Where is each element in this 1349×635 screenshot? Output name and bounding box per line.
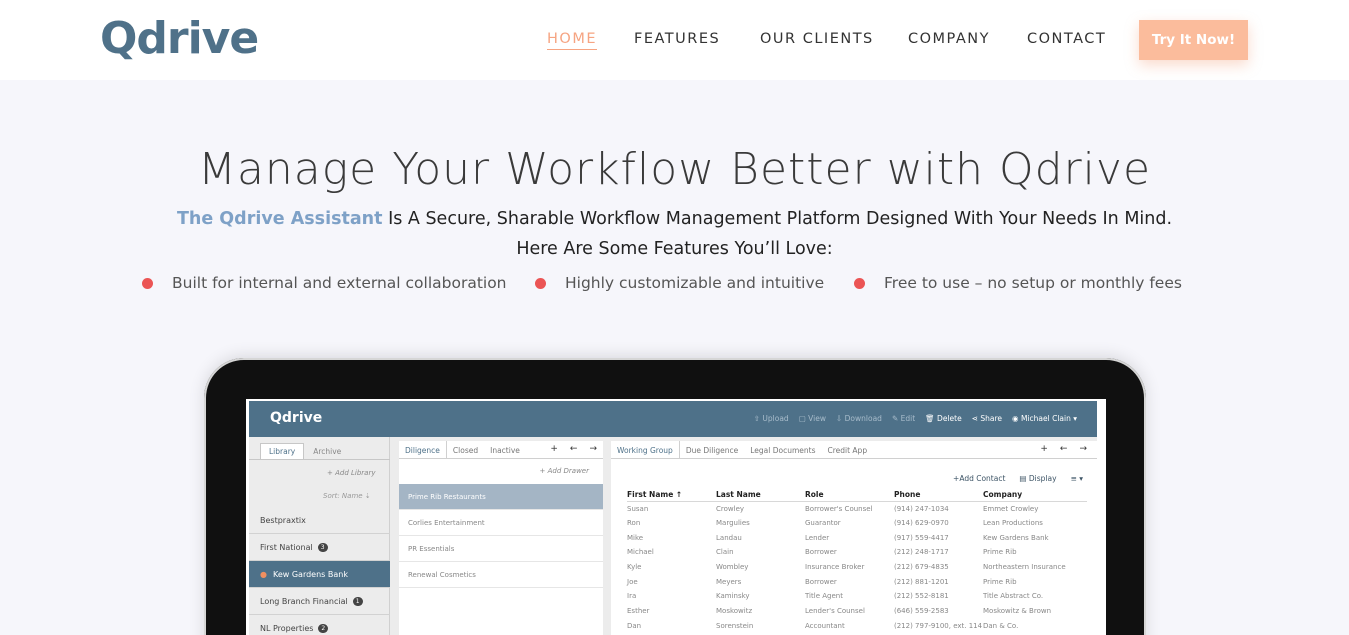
download-icon: ⇩ Download xyxy=(835,414,882,423)
arrow-right-icon: → xyxy=(1079,444,1087,454)
tab-credit-app: Credit App xyxy=(827,446,868,455)
contacts-actions: +Add Contact ▤ Display ≡ ▾ xyxy=(953,474,1083,483)
contacts-tabs: Working Group Due Diligence Legal Docume… xyxy=(611,441,1097,459)
plus-icon: + xyxy=(1040,444,1048,454)
bullet-dot-icon xyxy=(535,277,546,289)
add-contact-button: +Add Contact xyxy=(953,474,1006,483)
app-header: Qdrive ⇧ Upload ▢ View ⇩ Download ✎ Edit… xyxy=(249,401,1097,437)
nav-home[interactable]: HOME xyxy=(547,31,597,50)
app-body: Library Archive + Add Library Sort: Name… xyxy=(249,437,1097,635)
delete-icon: 🗑 Delete xyxy=(925,414,962,423)
display-button: ▤ Display xyxy=(1019,474,1057,483)
hero-title: Manage Your Workflow Better with Qdrive xyxy=(197,144,1152,195)
bullet-dot-icon xyxy=(142,277,153,289)
app-screenshot: Qdrive ⇧ Upload ▢ View ⇩ Download ✎ Edit… xyxy=(246,399,1106,635)
contacts-table: First Name ↑ Last Name Role Phone Compan… xyxy=(627,489,1087,633)
library-item: Bestpraxtix xyxy=(249,507,390,534)
col-last-name: Last Name xyxy=(716,489,805,502)
divider xyxy=(249,459,390,460)
contacts-panel: Working Group Due Diligence Legal Docume… xyxy=(611,441,1097,635)
tab-closed: Closed xyxy=(452,446,479,455)
tab-working-group: Working Group xyxy=(611,441,680,458)
library-item: Long Branch Financial 1 xyxy=(249,588,390,615)
plus-icon: + xyxy=(550,444,558,454)
drawer-item: Renewal Cosmetics xyxy=(399,562,603,588)
count-badge: 1 xyxy=(352,596,363,606)
add-drawer-link: + Add Drawer xyxy=(539,467,589,475)
add-library-link: + Add Library xyxy=(327,469,376,477)
count-badge: 2 xyxy=(318,623,329,633)
library-panel: Library Archive + Add Library Sort: Name… xyxy=(249,437,390,635)
drawer-panel: Diligence Closed Inactive + ← → + Add Dr… xyxy=(399,441,603,635)
feature-text: Free to use – no setup or monthly fees xyxy=(884,274,1182,292)
nav-our-clients[interactable]: OUR CLIENTS xyxy=(760,31,874,47)
feature-text: Highly customizable and intuitive xyxy=(565,274,825,292)
hero-subtitle-line2: Here Are Some Features You’ll Love: xyxy=(516,239,833,259)
hero-subtitle-text: Is A Secure, Sharable Workflow Managemen… xyxy=(382,209,1173,229)
view-icon: ▢ View xyxy=(798,414,826,423)
navbar: Qdrive HOME FEATURES OUR CLIENTS COMPANY… xyxy=(0,0,1349,80)
table-row: Susan Crowley Borrower's Counsel (914) 247-… xyxy=(627,504,1039,513)
feature-bullet: Highly customizable and intuitive xyxy=(535,274,824,292)
share-icon: ⋖ Share xyxy=(971,414,1003,423)
count-badge: 3 xyxy=(317,542,328,552)
try-it-now-button[interactable]: Try It Now! xyxy=(1139,20,1248,60)
feature-bullet: Free to use – no setup or monthly fees xyxy=(854,274,1182,292)
feature-bullets: Built for internal and external collabor… xyxy=(0,274,1349,296)
tab-archive: Archive xyxy=(313,447,342,456)
feature-text: Built for internal and external collabor… xyxy=(172,274,507,292)
table-row: Esther Moskowitz Lender's Counsel (646) 559… xyxy=(627,607,1052,616)
library-item: First National 3 xyxy=(249,534,390,561)
hero-brand-link[interactable]: The Qdrive Assistant xyxy=(177,209,383,229)
feature-bullet: Built for internal and external collabor… xyxy=(142,274,507,292)
tab-due-diligence: Due Diligence xyxy=(685,446,739,455)
menu-icon: ≡ ▾ xyxy=(1070,474,1083,483)
drawer-item-selected: Prime Rib Restaurants xyxy=(399,484,603,510)
upload-icon: ⇧ Upload xyxy=(753,414,789,423)
drawer-controls: + ← → xyxy=(550,444,597,454)
app-toolbar: ⇧ Upload ▢ View ⇩ Download ✎ Edit 🗑 Dele… xyxy=(754,414,1077,423)
col-phone: Phone xyxy=(894,489,983,502)
edit-icon: ✎ Edit xyxy=(891,414,916,423)
table-row: Mike Landau Lender (917) 559-4417 Kew Garden… xyxy=(627,533,1049,542)
nav-company[interactable]: COMPANY xyxy=(908,31,990,47)
library-tabs: Library Archive xyxy=(260,443,350,460)
table-row: Kyle Wombley Insurance Broker (212) 679-483… xyxy=(627,563,1066,572)
sort-control: Sort: Name ⇣ xyxy=(323,492,371,500)
contacts-controls: + ← → xyxy=(1040,444,1087,454)
arrow-left-icon: ← xyxy=(1059,444,1068,454)
tab-inactive: Inactive xyxy=(490,446,520,455)
hero-subtitle-line1: The Qdrive Assistant Is A Secure, Sharab… xyxy=(0,204,1349,234)
selected-dot-icon: ● xyxy=(260,569,267,579)
table-row: Dan Sorenstein Accountant (212) 797-9100, e… xyxy=(627,621,1019,630)
table-row: Ira Kaminsky Title Agent (212) 552-8181 Titl… xyxy=(627,592,1044,601)
nav-features[interactable]: FEATURES xyxy=(634,31,720,47)
drawer-item: Corlies Entertainment xyxy=(399,510,603,536)
app-logo: Qdrive xyxy=(270,410,323,426)
col-role: Role xyxy=(805,489,894,502)
tab-diligence: Diligence xyxy=(399,441,447,458)
table-header-row: First Name ↑ Last Name Role Phone Compan… xyxy=(627,489,1087,502)
library-item: NL Properties 2 xyxy=(249,615,390,635)
hero-subtitle: The Qdrive Assistant Is A Secure, Sharab… xyxy=(0,204,1349,264)
drawer-item: PR Essentials xyxy=(399,536,603,562)
library-item-selected: ● Kew Gardens Bank xyxy=(249,561,390,588)
table-row: Joe Meyers Borrower (212) 881-1201 Prime Rib xyxy=(627,577,1017,586)
nav-contact[interactable]: CONTACT xyxy=(1027,31,1106,47)
col-first-name: First Name ↑ xyxy=(627,489,716,502)
table-row: Ron Margulies Guarantor (914) 629-0970 Lean … xyxy=(627,519,1043,528)
bullet-dot-icon xyxy=(854,277,865,289)
arrow-left-icon: ← xyxy=(569,444,578,454)
user-icon: ◉ Michael Clain ▾ xyxy=(1012,414,1077,423)
table-row: Michael Clain Borrower (212) 248-1717 Prime … xyxy=(627,548,1017,557)
tab-legal-documents: Legal Documents xyxy=(750,446,816,455)
arrow-right-icon: → xyxy=(589,444,597,454)
col-company: Company xyxy=(983,489,1087,502)
tab-library: Library xyxy=(260,443,305,460)
